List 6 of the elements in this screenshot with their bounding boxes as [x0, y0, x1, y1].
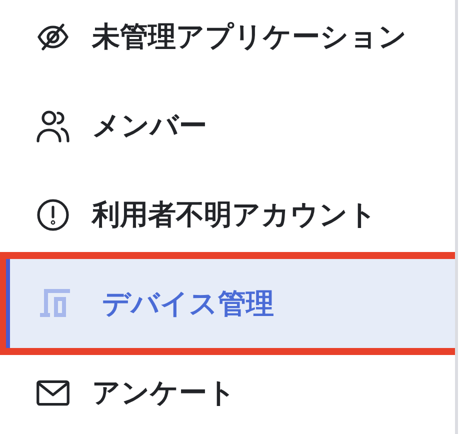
sidebar-item[interactable]: アンケート [6, 348, 455, 434]
sidebar-item[interactable]: 未管理アプリケーション [6, 0, 455, 81]
sidebar-item[interactable]: メンバー [6, 81, 455, 170]
sidebar-item[interactable]: 利用者不明アカウント [6, 170, 455, 259]
users-icon [36, 108, 70, 142]
exclamation-circle-icon [36, 198, 70, 232]
